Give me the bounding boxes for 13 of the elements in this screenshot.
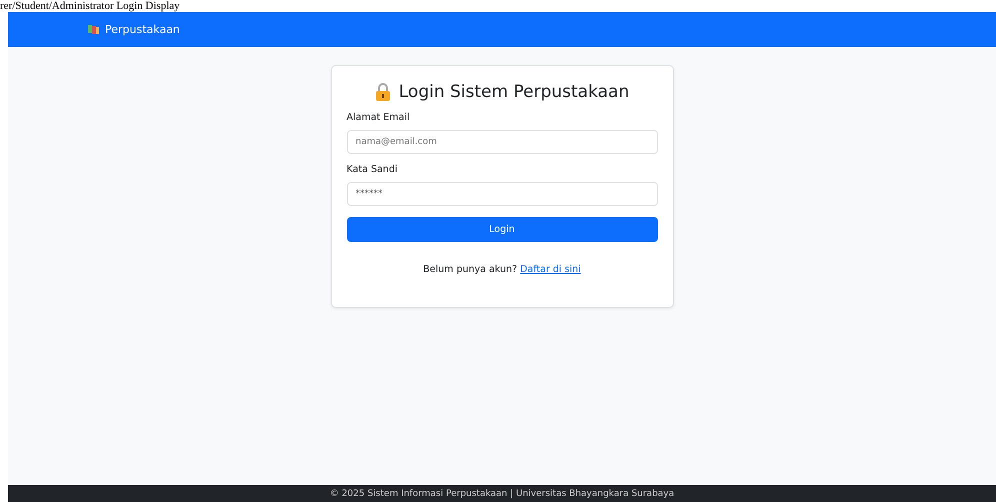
books-icon <box>88 24 100 35</box>
input-field[interactable]: nama@email.com <box>346 130 658 154</box>
footer-text: © 2025 Sistem Informasi Perpustakaan | Universitas Bhayangkara Surabaya <box>8 485 996 502</box>
register-link[interactable]: Daftar di sini <box>520 264 581 275</box>
padlock-icon <box>374 83 391 101</box>
field-label: Kata Sandi <box>346 164 398 175</box>
register-prompt: Belum punya akun? <box>423 264 518 275</box>
input-field[interactable]: ****** <box>346 182 658 206</box>
login-title: Login Sistem Perpustakaan <box>398 82 630 102</box>
field-label: Alamat Email <box>346 112 411 123</box>
caption-text: rer/Student/Administrator Login Display <box>0 0 181 12</box>
login-button[interactable]: Login <box>346 217 658 242</box>
brand-link[interactable]: Perpustakaan <box>105 23 180 36</box>
